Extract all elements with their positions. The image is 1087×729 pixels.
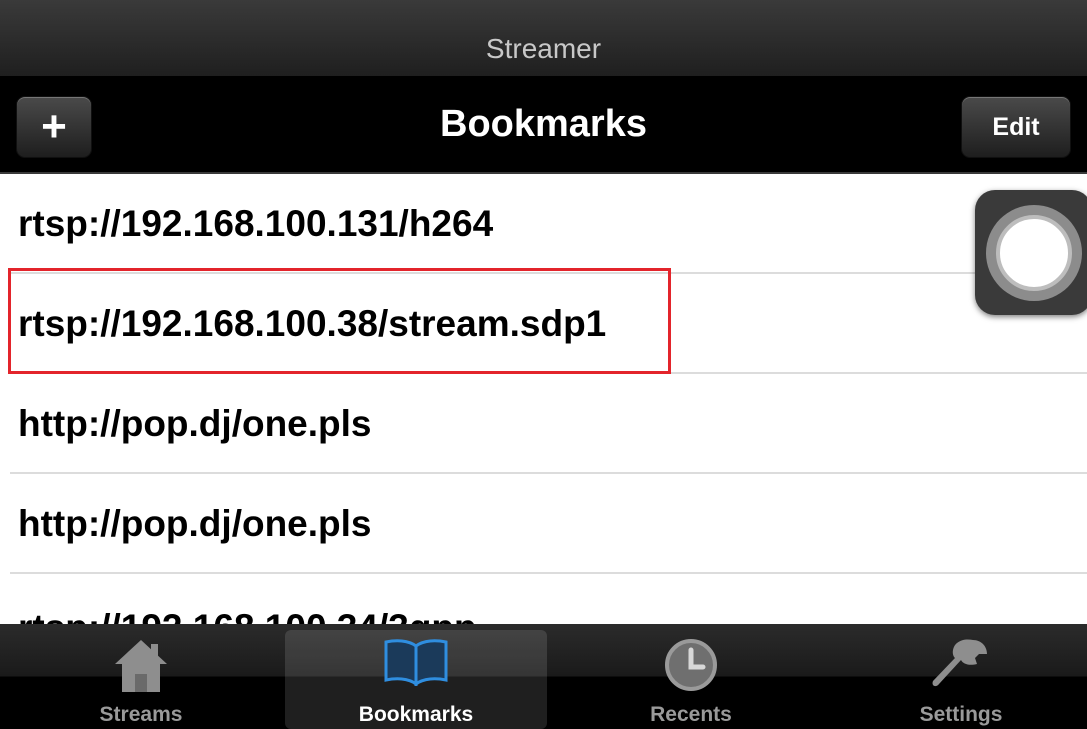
bookmark-url: http://pop.dj/one.pls — [18, 503, 372, 544]
tab-label: Streams — [99, 703, 183, 726]
tab-settings[interactable]: Settings — [830, 630, 1087, 729]
app-title-bar: Streamer — [0, 0, 1087, 76]
tab-label: Settings — [919, 703, 1003, 726]
list-item[interactable]: rtsp://192.168.100.131/h264 — [0, 174, 1087, 274]
edit-button[interactable]: Edit — [961, 96, 1071, 158]
assistive-touch-icon — [985, 204, 1082, 301]
app-title: Streamer — [485, 33, 602, 64]
bookmark-list: rtsp://192.168.100.131/h264 rtsp://192.1… — [0, 174, 1087, 624]
add-bookmark-button[interactable]: + — [16, 96, 92, 158]
wrench-icon — [929, 636, 993, 699]
book-icon — [381, 636, 451, 691]
navigation-bar: Bookmarks + Edit — [0, 76, 1087, 174]
tab-recents[interactable]: Recents — [560, 630, 822, 729]
house-icon — [111, 636, 171, 699]
tab-bookmarks[interactable]: Bookmarks — [285, 630, 547, 729]
highlight-box — [8, 268, 671, 374]
bookmark-url: rtsp://192.168.100.34/3gpp — [18, 578, 477, 624]
list-item[interactable]: http://pop.dj/one.pls — [0, 474, 1087, 574]
clock-icon — [661, 636, 721, 699]
bookmark-url: rtsp://192.168.100.131/h264 — [18, 203, 494, 244]
assistive-touch-button[interactable] — [975, 190, 1087, 315]
tab-bar: Streams Bookmarks Recents Settings — [0, 624, 1087, 729]
list-item[interactable]: rtsp://192.168.100.34/3gpp — [0, 574, 1087, 624]
bookmark-url: http://pop.dj/one.pls — [18, 403, 372, 444]
page-title: Bookmarks — [440, 102, 647, 145]
tab-label: Recents — [650, 703, 732, 726]
tab-label: Bookmarks — [358, 703, 474, 726]
list-item[interactable]: http://pop.dj/one.pls — [0, 374, 1087, 474]
tab-streams[interactable]: Streams — [10, 630, 272, 729]
